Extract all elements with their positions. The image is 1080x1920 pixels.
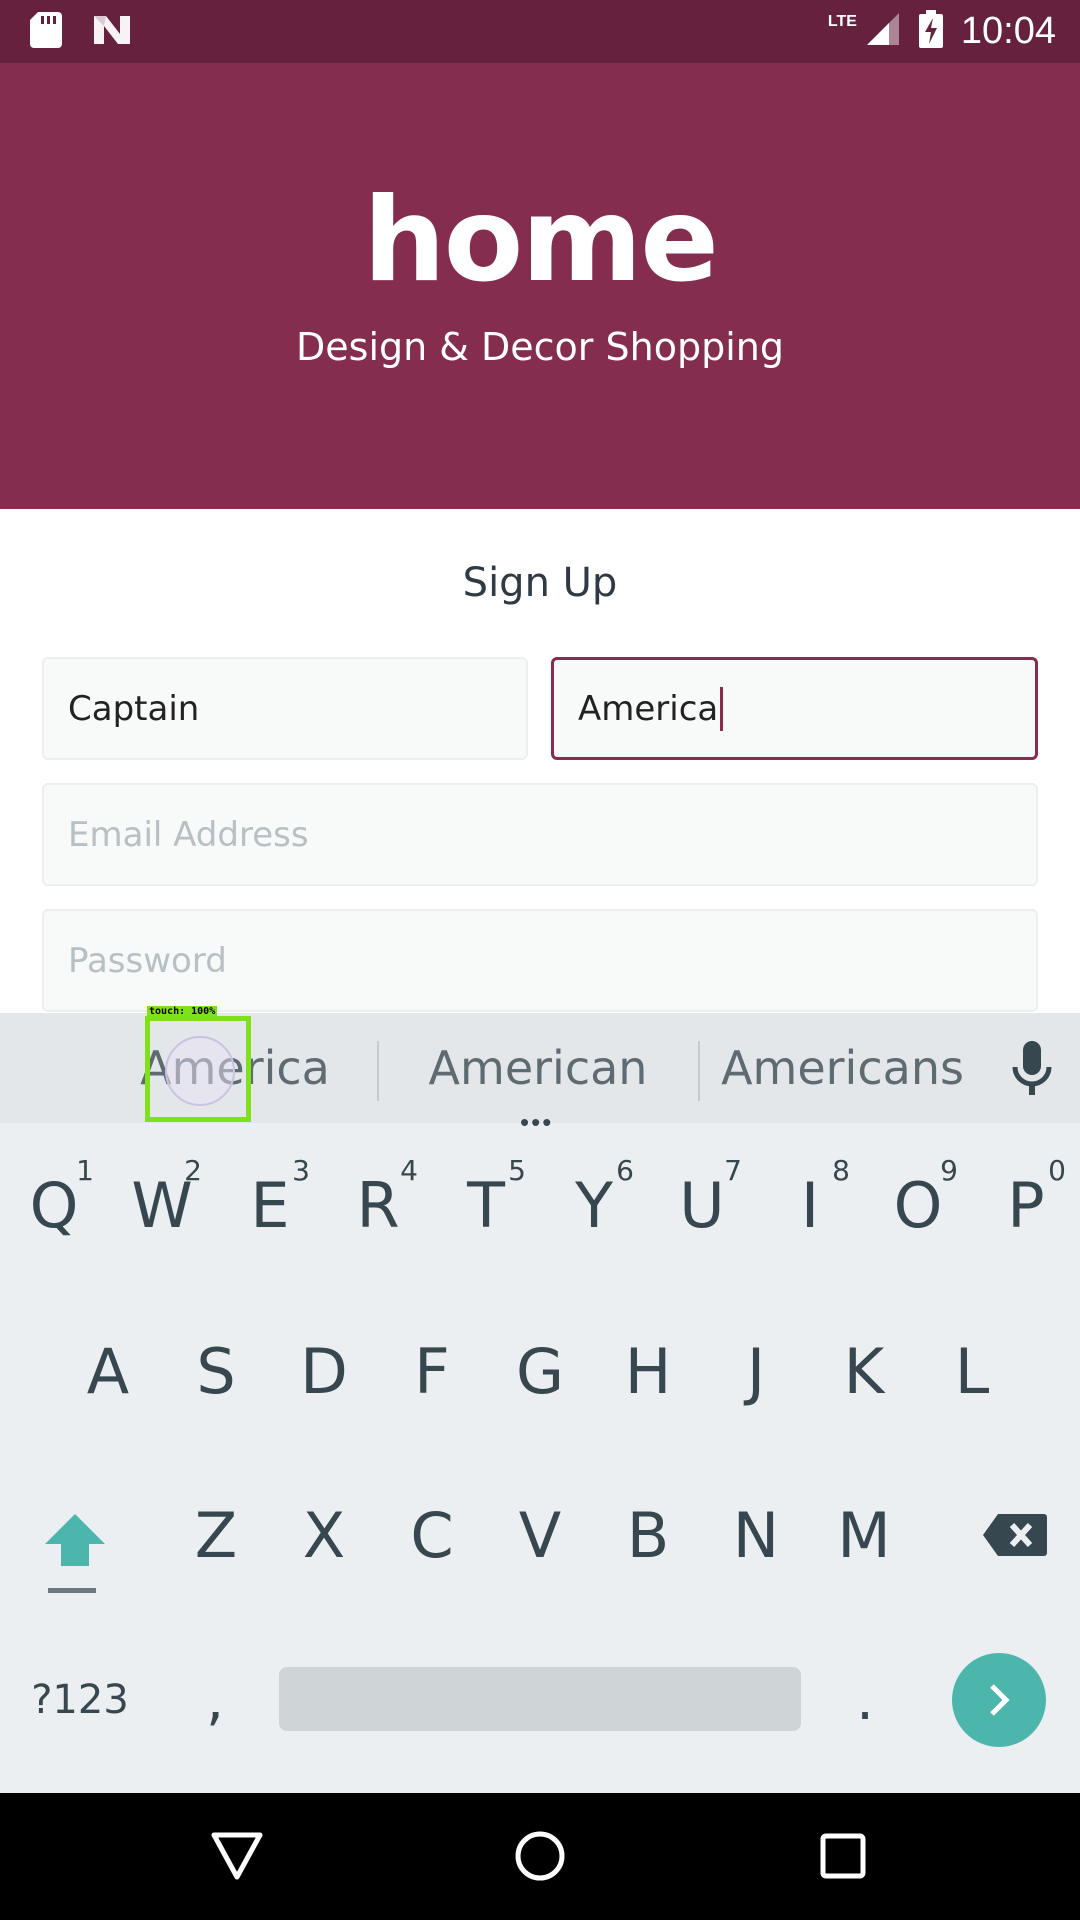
key-y[interactable]: Y6 [540,1130,648,1280]
password-field[interactable]: Password [42,909,1038,1012]
key-label: O [893,1168,943,1242]
chevron-right-icon [990,1684,1010,1716]
key-e[interactable]: E3 [216,1130,324,1280]
app-header: home Design & Decor Shopping [0,63,1080,509]
key-label: E [250,1168,290,1242]
key-b[interactable]: B [594,1460,702,1610]
clock: 10:04 [960,10,1056,52]
key-hint: 8 [832,1154,850,1187]
tagline: Design & Decor Shopping [296,325,784,369]
key-hint: 4 [400,1154,418,1187]
key-label: Y [575,1168,613,1242]
period-key[interactable]: . [820,1640,910,1760]
key-h[interactable]: H [594,1296,702,1446]
key-hint: 2 [184,1154,202,1187]
key-label: R [356,1168,400,1242]
key-label: T [467,1168,505,1242]
email-placeholder: Email Address [68,814,309,855]
key-g[interactable]: G [486,1296,594,1446]
key-s[interactable]: S [162,1296,270,1446]
key-hint: 0 [1048,1154,1066,1187]
recents-icon[interactable] [808,1821,878,1891]
key-k[interactable]: K [810,1296,918,1446]
symbols-key[interactable]: ?123 [20,1640,140,1760]
suggestion-divider [377,1041,379,1101]
key-hint: 3 [292,1154,310,1187]
key-z[interactable]: Z [162,1460,270,1610]
last-name-field[interactable]: America [551,657,1038,760]
key-hint: 5 [508,1154,526,1187]
notification-n-icon [92,12,132,53]
microphone-icon[interactable] [1010,1039,1054,1099]
key-r[interactable]: R4 [324,1130,432,1280]
touch-label: touch: 100% [147,1006,218,1018]
network-type: LTE [827,12,857,30]
key-m[interactable]: M [810,1460,918,1610]
key-label: U [679,1168,725,1242]
touch-highlight-box [145,1016,251,1122]
first-name-field[interactable]: Captain [42,657,528,760]
sd-card-icon [30,12,62,53]
first-name-value: Captain [68,688,200,729]
shift-key[interactable] [30,1480,120,1600]
key-u[interactable]: U7 [648,1130,756,1280]
backspace-key[interactable] [960,1480,1070,1590]
email-field[interactable]: Email Address [42,783,1038,886]
key-q[interactable]: Q1 [0,1130,108,1280]
key-i[interactable]: I8 [756,1130,864,1280]
key-hint: 7 [724,1154,742,1187]
key-o[interactable]: O9 [864,1130,972,1280]
key-f[interactable]: F [378,1296,486,1446]
text-caret [720,686,724,731]
suggestion-3[interactable]: Americans [720,1013,965,1123]
key-label: I [800,1168,820,1242]
comma-key[interactable]: , [170,1640,260,1760]
key-a[interactable]: A [54,1296,162,1446]
space-bar[interactable] [279,1667,801,1731]
page-title: Sign Up [462,560,618,606]
last-name-value: America [578,688,719,729]
key-p[interactable]: P0 [972,1130,1080,1280]
suggestion-divider [698,1041,700,1101]
enter-key[interactable] [952,1653,1046,1747]
battery-charging-icon [918,10,943,53]
signal-icon [865,11,901,52]
key-x[interactable]: X [270,1460,378,1610]
navigation-bar [0,1793,1080,1920]
password-placeholder: Password [68,940,227,981]
home-logo: home [363,173,719,308]
key-hint: 1 [76,1154,94,1187]
key-n[interactable]: N [702,1460,810,1610]
status-bar: LTE 10:04 [0,0,1080,63]
key-t[interactable]: T5 [432,1130,540,1280]
key-w[interactable]: W2 [108,1130,216,1280]
key-label: Q [29,1168,79,1242]
key-l[interactable]: L [918,1296,1026,1446]
key-j[interactable]: J [702,1296,810,1446]
back-icon[interactable] [202,1821,272,1891]
key-hint: 9 [940,1154,958,1187]
key-hint: 6 [616,1154,634,1187]
shift-caps-indicator [48,1588,96,1593]
home-icon[interactable] [505,1821,575,1891]
key-d[interactable]: D [270,1296,378,1446]
key-v[interactable]: V [486,1460,594,1610]
key-c[interactable]: C [378,1460,486,1610]
key-label: P [1007,1168,1045,1242]
